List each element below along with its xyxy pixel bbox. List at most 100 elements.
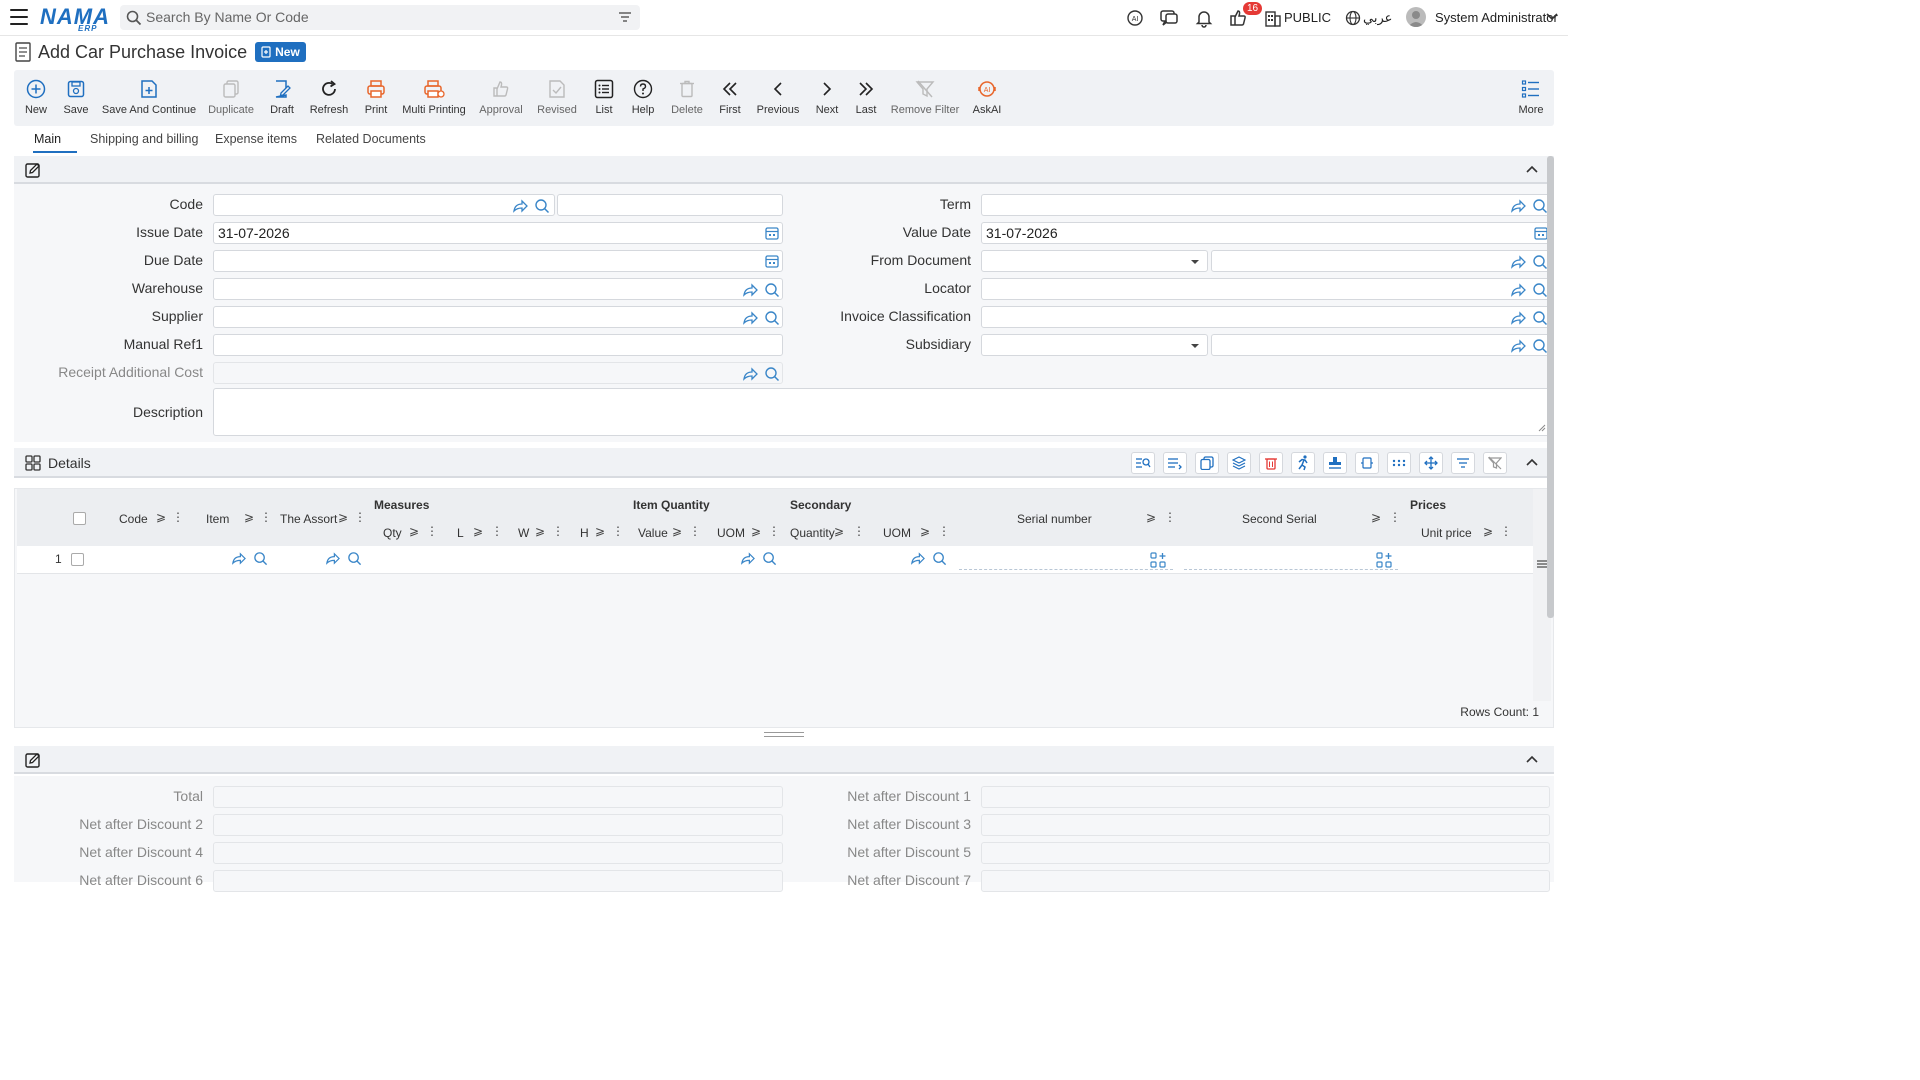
lookup-search-icon[interactable] bbox=[534, 198, 550, 214]
column-filter-icon[interactable]: ⩾ bbox=[156, 510, 166, 524]
grid-run-button[interactable] bbox=[1291, 452, 1315, 474]
column-menu-icon[interactable]: ⋮ bbox=[1500, 524, 1512, 538]
column-menu-icon[interactable]: ⋮ bbox=[938, 524, 950, 538]
select-all-checkbox[interactable] bbox=[73, 512, 86, 525]
draft-button[interactable]: Draft bbox=[270, 70, 294, 126]
column-menu-icon[interactable]: ⋮ bbox=[853, 524, 865, 538]
grid-stamp-button[interactable] bbox=[1323, 452, 1347, 474]
column-filter-icon[interactable]: ⩾ bbox=[409, 524, 419, 538]
first-record-button[interactable]: First bbox=[718, 70, 742, 126]
column-filter-icon[interactable]: ⩾ bbox=[834, 524, 844, 538]
lookup-search-icon[interactable] bbox=[764, 310, 780, 326]
share-arrow-icon[interactable] bbox=[1510, 254, 1526, 270]
language-switch[interactable]: عربي bbox=[1363, 10, 1392, 26]
refresh-button[interactable]: Refresh bbox=[310, 70, 348, 126]
calendar-icon[interactable] bbox=[765, 254, 779, 268]
grid-fit-columns-button[interactable] bbox=[1355, 452, 1379, 474]
serial-number-field[interactable] bbox=[959, 569, 1173, 570]
column-filter-icon[interactable]: ⩾ bbox=[920, 524, 930, 538]
resize-handle-icon[interactable] bbox=[1538, 424, 1546, 432]
grid-layers-button[interactable] bbox=[1227, 452, 1251, 474]
building-icon[interactable] bbox=[1264, 8, 1282, 28]
from-document-select[interactable] bbox=[981, 250, 1208, 272]
manual-ref1-input[interactable] bbox=[213, 334, 783, 356]
lookup-search-icon[interactable] bbox=[762, 551, 777, 566]
share-arrow-icon[interactable] bbox=[742, 310, 758, 326]
chat-icon[interactable] bbox=[1159, 8, 1179, 28]
code-input[interactable] bbox=[213, 194, 555, 216]
askai-button[interactable]: AI AskAI bbox=[972, 70, 1002, 126]
lookup-search-icon[interactable] bbox=[1532, 282, 1548, 298]
chevron-up-icon[interactable] bbox=[1526, 165, 1538, 174]
col-header-assortment[interactable]: The Assort bbox=[280, 512, 337, 526]
edit-icon[interactable] bbox=[25, 162, 41, 178]
column-menu-icon[interactable]: ⋮ bbox=[491, 524, 503, 538]
column-menu-icon[interactable]: ⋮ bbox=[552, 524, 564, 538]
list-button[interactable]: List bbox=[594, 70, 614, 126]
col-header-uom[interactable]: UOM bbox=[717, 526, 745, 540]
share-arrow-icon[interactable] bbox=[1510, 338, 1526, 354]
description-textarea[interactable] bbox=[213, 388, 1550, 436]
approval-button[interactable]: Approval bbox=[479, 70, 523, 126]
user-avatar-icon[interactable] bbox=[1406, 7, 1426, 27]
tab-related-documents[interactable]: Related Documents bbox=[316, 132, 426, 146]
col-header-serial-number[interactable]: Serial number bbox=[1017, 512, 1092, 526]
share-arrow-icon[interactable] bbox=[742, 366, 758, 382]
tab-main[interactable]: Main bbox=[34, 132, 61, 146]
share-arrow-icon[interactable] bbox=[325, 551, 340, 566]
tab-shipping-and-billing[interactable]: Shipping and billing bbox=[90, 132, 198, 146]
page-scrollbar[interactable] bbox=[1547, 156, 1554, 618]
column-filter-icon[interactable]: ⩾ bbox=[1371, 510, 1381, 524]
share-arrow-icon[interactable] bbox=[1510, 198, 1526, 214]
save-and-continue-button[interactable]: Save And Continue bbox=[102, 70, 196, 126]
col-header-value[interactable]: Value bbox=[638, 526, 668, 540]
user-menu[interactable]: System Administrator bbox=[1435, 10, 1558, 25]
column-filter-icon[interactable]: ⩾ bbox=[672, 524, 682, 538]
grid-add-rows-button[interactable] bbox=[1163, 452, 1187, 474]
column-menu-icon[interactable]: ⋮ bbox=[612, 524, 624, 538]
lookup-search-icon[interactable] bbox=[347, 551, 362, 566]
remove-filter-button[interactable]: Remove Filter bbox=[891, 70, 959, 126]
term-input[interactable] bbox=[981, 194, 1550, 216]
column-menu-icon[interactable]: ⋮ bbox=[768, 524, 780, 538]
column-filter-icon[interactable]: ⩾ bbox=[535, 524, 545, 538]
column-filter-icon[interactable]: ⩾ bbox=[1146, 510, 1156, 524]
supplier-input[interactable] bbox=[213, 306, 783, 328]
col-header-quantity[interactable]: Quantity bbox=[790, 526, 835, 540]
calendar-icon[interactable] bbox=[1534, 226, 1548, 240]
column-menu-icon[interactable]: ⋮ bbox=[260, 510, 272, 524]
invoice-classification-input[interactable] bbox=[981, 306, 1550, 328]
global-search[interactable]: Search By Name Or Code bbox=[120, 5, 640, 30]
col-header-h[interactable]: H bbox=[580, 526, 589, 540]
col-header-code[interactable]: Code bbox=[119, 512, 148, 526]
lookup-search-icon[interactable] bbox=[1532, 338, 1548, 354]
column-menu-icon[interactable]: ⋮ bbox=[1389, 510, 1401, 524]
lookup-search-icon[interactable] bbox=[1532, 198, 1548, 214]
tab-expense-items[interactable]: Expense items bbox=[215, 132, 297, 146]
chevron-up-icon[interactable] bbox=[1526, 755, 1538, 764]
filter-icon[interactable] bbox=[618, 10, 632, 24]
duplicate-button[interactable]: Duplicate bbox=[208, 70, 254, 126]
company-public-label[interactable]: PUBLIC bbox=[1284, 10, 1331, 25]
last-record-button[interactable]: Last bbox=[854, 70, 878, 126]
grid-filter-button[interactable] bbox=[1451, 452, 1475, 474]
add-serial-icon[interactable] bbox=[1150, 552, 1166, 568]
previous-record-button[interactable]: Previous bbox=[757, 70, 799, 126]
revised-button[interactable]: Revised bbox=[537, 70, 577, 126]
new-button[interactable]: New bbox=[22, 70, 50, 126]
column-filter-icon[interactable]: ⩾ bbox=[338, 510, 348, 524]
grid-remove-filter-button[interactable] bbox=[1483, 452, 1507, 474]
from-document-lookup[interactable] bbox=[1211, 250, 1550, 272]
lookup-search-icon[interactable] bbox=[253, 551, 268, 566]
app-logo[interactable]: NAMA ERP bbox=[40, 4, 110, 33]
col-header-unit-price[interactable]: Unit price bbox=[1421, 526, 1472, 540]
due-date-input[interactable] bbox=[213, 250, 783, 272]
share-arrow-icon[interactable] bbox=[231, 551, 246, 566]
col-header-l[interactable]: L bbox=[457, 526, 464, 540]
subsidiary-select[interactable] bbox=[981, 334, 1208, 356]
lookup-search-icon[interactable] bbox=[1532, 254, 1548, 270]
issue-date-input[interactable]: 31-07-2026 bbox=[213, 222, 783, 244]
share-arrow-icon[interactable] bbox=[742, 282, 758, 298]
next-record-button[interactable]: Next bbox=[816, 70, 838, 126]
delete-button[interactable]: Delete bbox=[671, 70, 703, 126]
